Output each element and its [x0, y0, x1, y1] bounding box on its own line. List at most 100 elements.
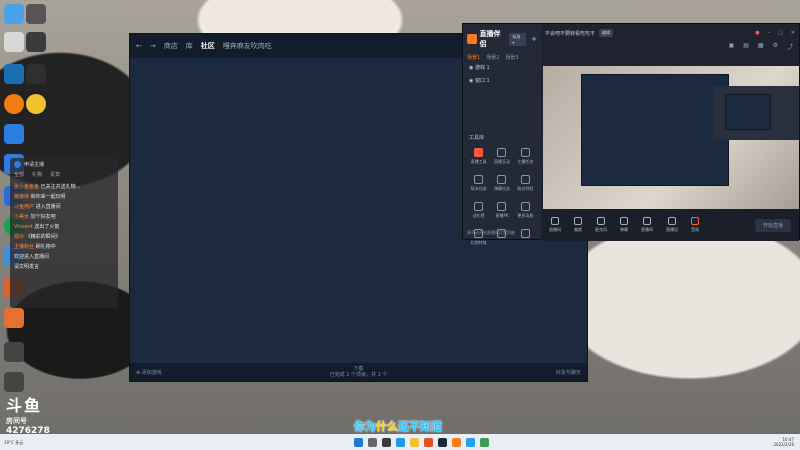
chat-tab[interactable]: 礼物 — [32, 171, 42, 178]
toolbar-item[interactable]: 美颜 — [574, 217, 582, 233]
friends-chat-button[interactable]: 好友与聊天 — [556, 369, 581, 376]
version-badge[interactable]: 标准 ▾ — [509, 32, 527, 46]
tool-item[interactable] — [514, 229, 537, 246]
stream-tip: 请手动开启直播间打赏功能 — [467, 230, 515, 235]
danmaku-icon — [620, 217, 628, 225]
chat-message: 主播粉丝 刷礼物中 — [14, 244, 56, 250]
scene-source[interactable]: ◉ 窗口 1 — [463, 74, 541, 87]
toolbar-item[interactable]: 直播间 — [549, 217, 561, 233]
explorer-icon[interactable] — [410, 437, 419, 447]
desktop-app-icon[interactable] — [26, 64, 46, 84]
chat-message: 欢迎进入直播间 — [14, 254, 50, 260]
start-icon[interactable] — [354, 437, 363, 447]
preview-window-capture — [581, 74, 729, 186]
task-icon — [520, 148, 530, 157]
stream-left-panel: 直播伴侣 标准 ▾ + 场景1 场景2 场景3 ◉ 游戏 1 ◉ 窗口 1 工具… — [463, 24, 541, 245]
edge-icon[interactable] — [396, 437, 405, 447]
steam-icon[interactable] — [438, 437, 447, 447]
streaming-tool-window: 直播伴侣 标准 ▾ + 场景1 场景2 场景3 ◉ 游戏 1 ◉ 窗口 1 工具… — [462, 23, 800, 245]
pk-icon — [497, 202, 507, 211]
tab-library[interactable]: 库 — [186, 41, 193, 51]
chat-tab[interactable]: 全部 — [14, 171, 24, 178]
taskbar-apps — [354, 437, 489, 447]
toolbar-item[interactable]: 音效 — [691, 217, 699, 233]
toolbar-item[interactable]: 直播间 — [641, 217, 653, 233]
desktop-app-icon[interactable] — [26, 4, 46, 24]
app-icon[interactable] — [480, 437, 489, 447]
stream-header: 不会吧不要转看吃吃不 编辑 ● – □ ✕ — [541, 24, 799, 42]
system-clock[interactable]: 16:47 2022/2/26 — [773, 437, 794, 447]
chat-header: 申请主播 — [14, 161, 114, 168]
share-icon[interactable]: ⤴ — [787, 42, 793, 52]
tool-item[interactable]: 帮派任务 — [467, 175, 490, 192]
tab-user[interactable]: 嘎奔麻友吹肉吃 — [223, 41, 272, 51]
mic-icon — [597, 217, 605, 225]
live-preview[interactable] — [543, 66, 799, 210]
interaction-icon — [497, 148, 507, 157]
screenshot-icon[interactable]: ▣ — [729, 42, 735, 52]
recycle-bin-icon[interactable] — [4, 4, 24, 24]
window-controls: ● – □ ✕ — [755, 30, 795, 36]
steam-icon[interactable] — [4, 64, 24, 84]
download-status[interactable]: 下载 已完成 1 个项目，共 1 个 — [330, 366, 388, 378]
chat-tab[interactable]: 贵宾 — [50, 171, 60, 178]
desktop-app-icon[interactable] — [4, 308, 24, 328]
chat-tabs: 全部 礼物 贵宾 — [14, 171, 114, 178]
chat-message: Vincent 送出了火箭 — [14, 224, 60, 230]
add-icon[interactable]: + — [531, 35, 537, 43]
scene-tab[interactable]: 场景1 — [467, 54, 480, 61]
desktop-app-icon[interactable] — [26, 32, 46, 52]
live-chat-panel: 申请主播 全部 礼物 贵宾 张小鱼鱼鱼 已关注并送礼物... 猪猪侠 和你来一起… — [10, 158, 118, 308]
toolbar-item[interactable]: 麦克风 — [595, 217, 607, 233]
search-icon[interactable] — [368, 437, 377, 447]
edit-title-button[interactable]: 编辑 — [599, 29, 614, 37]
desktop-app-icon[interactable] — [4, 124, 24, 144]
desktop-app-icon[interactable] — [4, 32, 24, 52]
tool-item[interactable]: 直播PK — [490, 202, 513, 219]
more-icon — [520, 202, 530, 211]
toolbar-item[interactable]: 弹幕 — [620, 217, 628, 233]
tool-item[interactable]: 直播互动 — [490, 148, 513, 165]
settings-icon[interactable]: ⚙ — [773, 42, 778, 52]
minimize-icon[interactable]: – — [768, 30, 771, 36]
grid-icon[interactable]: ▦ — [758, 42, 764, 52]
tools-header: 工具库 — [469, 135, 485, 141]
scene-tab[interactable]: 场景3 — [505, 54, 518, 61]
tab-community[interactable]: 社区 — [201, 41, 215, 51]
douyu-watermark: 斗鱼 房间号 4276278 — [6, 392, 50, 436]
tool-item[interactable]: 粉丝特权 — [514, 175, 537, 192]
tool-item[interactable]: 主播任务 — [514, 148, 537, 165]
chat-room-label: 申请主播 — [24, 162, 45, 168]
tool-item[interactable]: 送礼榜 — [467, 202, 490, 219]
tab-shop[interactable]: 商店 — [164, 41, 178, 51]
scene-tab[interactable]: 场景2 — [486, 54, 499, 61]
tool-icon — [520, 229, 530, 238]
beauty-icon — [574, 217, 582, 225]
back-arrow-icon[interactable]: ← — [136, 42, 142, 50]
app-icon[interactable] — [466, 437, 475, 447]
task-view-icon[interactable] — [382, 437, 391, 447]
scene-tabs: 场景1 场景2 场景3 — [463, 54, 541, 61]
forward-arrow-icon[interactable]: → — [150, 42, 156, 50]
close-icon[interactable]: ✕ — [791, 30, 795, 36]
maximize-icon[interactable]: □ — [778, 30, 783, 36]
app-icon[interactable] — [424, 437, 433, 447]
layout-icon[interactable]: ▤ — [743, 42, 749, 52]
avatar-icon[interactable]: ● — [755, 30, 759, 36]
desktop-app-icon[interactable] — [26, 94, 46, 114]
tool-item[interactable]: 更多功能 — [514, 202, 537, 219]
add-game-button[interactable]: ⊕ 添加游戏 — [136, 369, 162, 376]
desktop-app-icon[interactable] — [4, 342, 24, 362]
tool-item[interactable]: 直播工具 — [467, 148, 490, 165]
desktop-app-icon[interactable] — [4, 94, 24, 114]
scene-source[interactable]: ◉ 游戏 1 — [463, 61, 541, 74]
weather-widget[interactable]: 19°C 多云 — [0, 440, 23, 445]
desktop-app-icon[interactable] — [4, 372, 24, 392]
chat-message: 小美女 加个好友吧 — [14, 214, 56, 220]
taskbar: 19°C 多云 16:47 2022/2/26 — [0, 434, 800, 450]
start-live-button[interactable]: 开始直播 — [754, 218, 791, 232]
toolbar-item[interactable]: 直播设 — [666, 217, 678, 233]
tool-item[interactable]: 弹幕任务 — [490, 175, 513, 192]
room-icon — [551, 217, 559, 225]
douyu-icon[interactable] — [452, 437, 461, 447]
